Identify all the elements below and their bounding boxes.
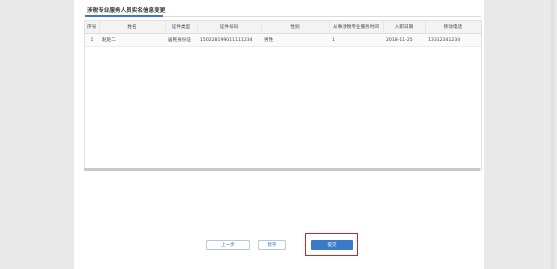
table-row[interactable]: 1 赵赵二 居民身份证 150228199011111234 男性 1 2018…	[85, 33, 481, 47]
staff-table-container: 序号 姓名 证件类型 证件号码 性别 从事涉税专业服务时间 入职日期 移动电话 …	[84, 20, 482, 170]
staff-table: 序号 姓名 证件类型 证件号码 性别 从事涉税专业服务时间 入职日期 移动电话 …	[85, 21, 481, 47]
cell-id-type: 居民身份证	[165, 33, 197, 47]
page-vertical-scrollbar[interactable]	[551, 0, 554, 269]
cell-hire-date: 2018-11-25	[383, 33, 425, 47]
column-header[interactable]: 入职日期	[383, 21, 426, 34]
title-accent-bar	[85, 15, 163, 17]
cell-mobile: 13312341234	[425, 33, 481, 47]
column-header[interactable]: 性别	[261, 21, 330, 34]
column-header[interactable]: 序号	[85, 21, 100, 34]
cell-gender: 男性	[261, 33, 329, 47]
column-header[interactable]: 姓名	[99, 21, 166, 34]
previous-step-button[interactable]: 上一步	[206, 240, 250, 250]
page-title: 涉税专业服务人员实名信息变更	[87, 8, 166, 14]
table-header-row: 序号 姓名 证件类型 证件号码 性别 从事涉税专业服务时间 入职日期 移动电话	[85, 21, 481, 34]
scrollbar-thumb[interactable]	[84, 168, 480, 171]
column-header[interactable]: 证件号码	[197, 21, 262, 34]
submit-highlight-box	[305, 233, 358, 256]
column-header[interactable]: 证件类型	[165, 21, 198, 34]
save-draft-button[interactable]: 暂存	[258, 240, 286, 250]
column-header[interactable]: 从事涉税专业服务时间	[329, 21, 384, 34]
column-header[interactable]: 移动电话	[425, 21, 481, 34]
table-horizontal-scrollbar[interactable]	[84, 168, 482, 171]
cell-id-number: 150228199011111234	[197, 33, 261, 47]
cell-name: 赵赵二	[99, 33, 165, 47]
cell-index: 1	[85, 33, 99, 47]
cell-service-years: 1	[329, 33, 383, 47]
